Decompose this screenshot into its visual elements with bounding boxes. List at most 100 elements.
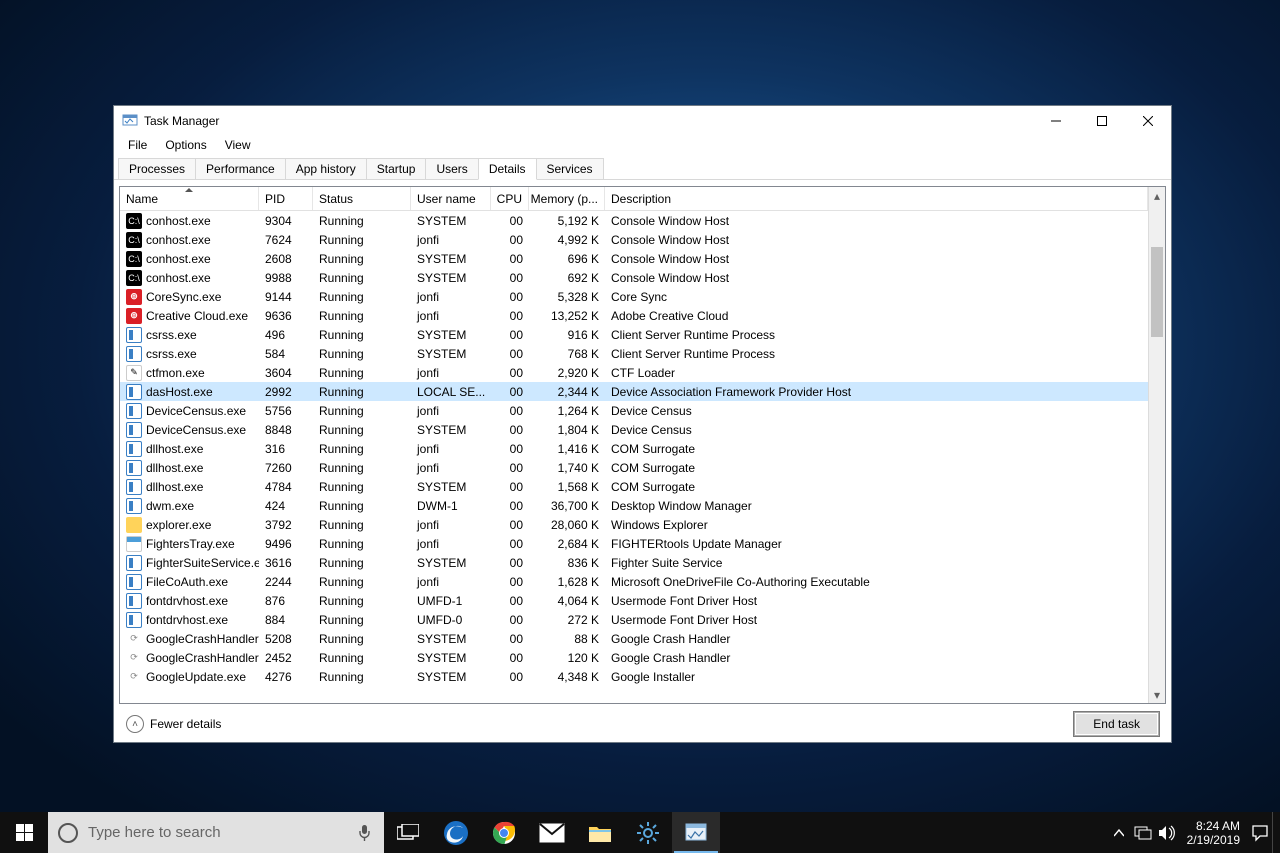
taskbar-app-explorer[interactable] [576, 812, 624, 853]
sys-icon [126, 498, 142, 514]
cell-cpu: 00 [491, 287, 529, 306]
taskbar-app-chrome[interactable] [480, 812, 528, 853]
menu-file[interactable]: File [120, 136, 155, 154]
tab-processes[interactable]: Processes [118, 158, 196, 179]
vertical-scrollbar[interactable]: ▴ ▾ [1148, 187, 1165, 703]
cell-mem: 1,740 K [529, 458, 605, 477]
taskbar-app-settings[interactable] [624, 812, 672, 853]
cell-desc: FIGHTERtools Update Manager [605, 534, 1148, 553]
action-center-icon[interactable] [1248, 812, 1272, 853]
start-button[interactable] [0, 812, 48, 853]
cell-pid: 5208 [259, 629, 313, 648]
process-row[interactable]: ⟳GoogleCrashHandler...5208RunningSYSTEM0… [120, 629, 1148, 648]
tray-overflow-icon[interactable] [1107, 812, 1131, 853]
process-row[interactable]: FighterSuiteService.e...3616RunningSYSTE… [120, 553, 1148, 572]
tab-details[interactable]: Details [478, 158, 537, 180]
process-row[interactable]: ⟳GoogleUpdate.exe4276RunningSYSTEM004,34… [120, 667, 1148, 686]
fewer-details-button[interactable]: ˄ Fewer details [126, 715, 221, 733]
sys-icon [126, 479, 142, 495]
scroll-up-icon[interactable]: ▴ [1149, 187, 1165, 204]
tab-services[interactable]: Services [536, 158, 604, 179]
process-row[interactable]: ⊚Creative Cloud.exe9636Runningjonfi0013,… [120, 306, 1148, 325]
process-row[interactable]: ✎ctfmon.exe3604Runningjonfi002,920 KCTF … [120, 363, 1148, 382]
cell-mem: 120 K [529, 648, 605, 667]
process-row[interactable]: FileCoAuth.exe2244Runningjonfi001,628 KM… [120, 572, 1148, 591]
task-view-button[interactable] [384, 812, 432, 853]
volume-icon[interactable] [1155, 812, 1179, 853]
process-name: csrss.exe [146, 328, 197, 342]
process-row[interactable]: fontdrvhost.exe876RunningUMFD-1004,064 K… [120, 591, 1148, 610]
cell-cpu: 00 [491, 401, 529, 420]
process-row[interactable]: fontdrvhost.exe884RunningUMFD-000272 KUs… [120, 610, 1148, 629]
menu-view[interactable]: View [217, 136, 259, 154]
cell-desc: Console Window Host [605, 249, 1148, 268]
cell-pid: 2244 [259, 572, 313, 591]
taskbar-app-mail[interactable] [528, 812, 576, 853]
process-row[interactable]: dllhost.exe7260Runningjonfi001,740 KCOM … [120, 458, 1148, 477]
process-row[interactable]: C:\conhost.exe7624Runningjonfi004,992 KC… [120, 230, 1148, 249]
process-row[interactable]: ⟳GoogleCrashHandler...2452RunningSYSTEM0… [120, 648, 1148, 667]
cell-cpu: 00 [491, 363, 529, 382]
cell-cpu: 00 [491, 268, 529, 287]
cell-mem: 2,684 K [529, 534, 605, 553]
scroll-thumb[interactable] [1151, 247, 1163, 337]
window-footer: ˄ Fewer details End task [114, 706, 1171, 742]
scroll-down-icon[interactable]: ▾ [1149, 686, 1165, 703]
process-row[interactable]: dasHost.exe2992RunningLOCAL SE...002,344… [120, 382, 1148, 401]
network-icon[interactable] [1131, 812, 1155, 853]
cell-pid: 3792 [259, 515, 313, 534]
process-row[interactable]: DeviceCensus.exe5756Runningjonfi001,264 … [120, 401, 1148, 420]
minimize-button[interactable] [1033, 106, 1079, 136]
cell-mem: 88 K [529, 629, 605, 648]
col-pid[interactable]: PID [259, 187, 313, 210]
cell-desc: COM Surrogate [605, 458, 1148, 477]
process-row[interactable]: C:\conhost.exe9304RunningSYSTEM005,192 K… [120, 211, 1148, 230]
end-task-button[interactable]: End task [1074, 712, 1159, 736]
cell-cpu: 00 [491, 572, 529, 591]
process-row[interactable]: DeviceCensus.exe8848RunningSYSTEM001,804… [120, 420, 1148, 439]
cell-mem: 4,348 K [529, 667, 605, 686]
search-box[interactable]: Type here to search [48, 812, 384, 853]
process-row[interactable]: dwm.exe424RunningDWM-10036,700 KDesktop … [120, 496, 1148, 515]
process-row[interactable]: C:\conhost.exe9988RunningSYSTEM00692 KCo… [120, 268, 1148, 287]
col-memory[interactable]: Memory (p... [529, 187, 605, 210]
cell-pid: 4784 [259, 477, 313, 496]
col-description[interactable]: Description [605, 187, 1148, 210]
process-row[interactable]: dllhost.exe4784RunningSYSTEM001,568 KCOM… [120, 477, 1148, 496]
column-headers: Name PID Status User name CPU Memory (p.… [120, 187, 1148, 211]
process-row[interactable]: C:\conhost.exe2608RunningSYSTEM00696 KCo… [120, 249, 1148, 268]
console-icon: C:\ [126, 270, 142, 286]
col-user[interactable]: User name [411, 187, 491, 210]
clock-date: 2/19/2019 [1187, 833, 1240, 847]
tab-users[interactable]: Users [425, 158, 478, 179]
process-row[interactable]: dllhost.exe316Runningjonfi001,416 KCOM S… [120, 439, 1148, 458]
cell-pid: 316 [259, 439, 313, 458]
process-name: GoogleCrashHandler... [146, 632, 259, 646]
maximize-button[interactable] [1079, 106, 1125, 136]
cell-status: Running [313, 458, 411, 477]
sys-icon [126, 574, 142, 590]
cell-cpu: 00 [491, 629, 529, 648]
process-row[interactable]: FightersTray.exe9496Runningjonfi002,684 … [120, 534, 1148, 553]
cell-user: SYSTEM [411, 211, 491, 230]
process-row[interactable]: csrss.exe584RunningSYSTEM00768 KClient S… [120, 344, 1148, 363]
process-row[interactable]: csrss.exe496RunningSYSTEM00916 KClient S… [120, 325, 1148, 344]
system-tray: 8:24 AM 2/19/2019 [1107, 812, 1280, 853]
process-row[interactable]: ⊚CoreSync.exe9144Runningjonfi005,328 KCo… [120, 287, 1148, 306]
mic-icon[interactable] [354, 824, 374, 842]
close-button[interactable] [1125, 106, 1171, 136]
process-row[interactable]: explorer.exe3792Runningjonfi0028,060 KWi… [120, 515, 1148, 534]
show-desktop-button[interactable] [1272, 812, 1278, 853]
taskbar-app-taskmanager[interactable] [672, 812, 720, 853]
col-cpu[interactable]: CPU [491, 187, 529, 210]
taskbar-clock[interactable]: 8:24 AM 2/19/2019 [1179, 819, 1248, 847]
tab-app-history[interactable]: App history [285, 158, 367, 179]
col-name[interactable]: Name [120, 187, 259, 210]
titlebar[interactable]: Task Manager [114, 106, 1171, 136]
tab-startup[interactable]: Startup [366, 158, 427, 179]
taskbar-app-edge[interactable] [432, 812, 480, 853]
cell-user: SYSTEM [411, 420, 491, 439]
tab-performance[interactable]: Performance [195, 158, 286, 179]
menu-options[interactable]: Options [157, 136, 214, 154]
col-status[interactable]: Status [313, 187, 411, 210]
